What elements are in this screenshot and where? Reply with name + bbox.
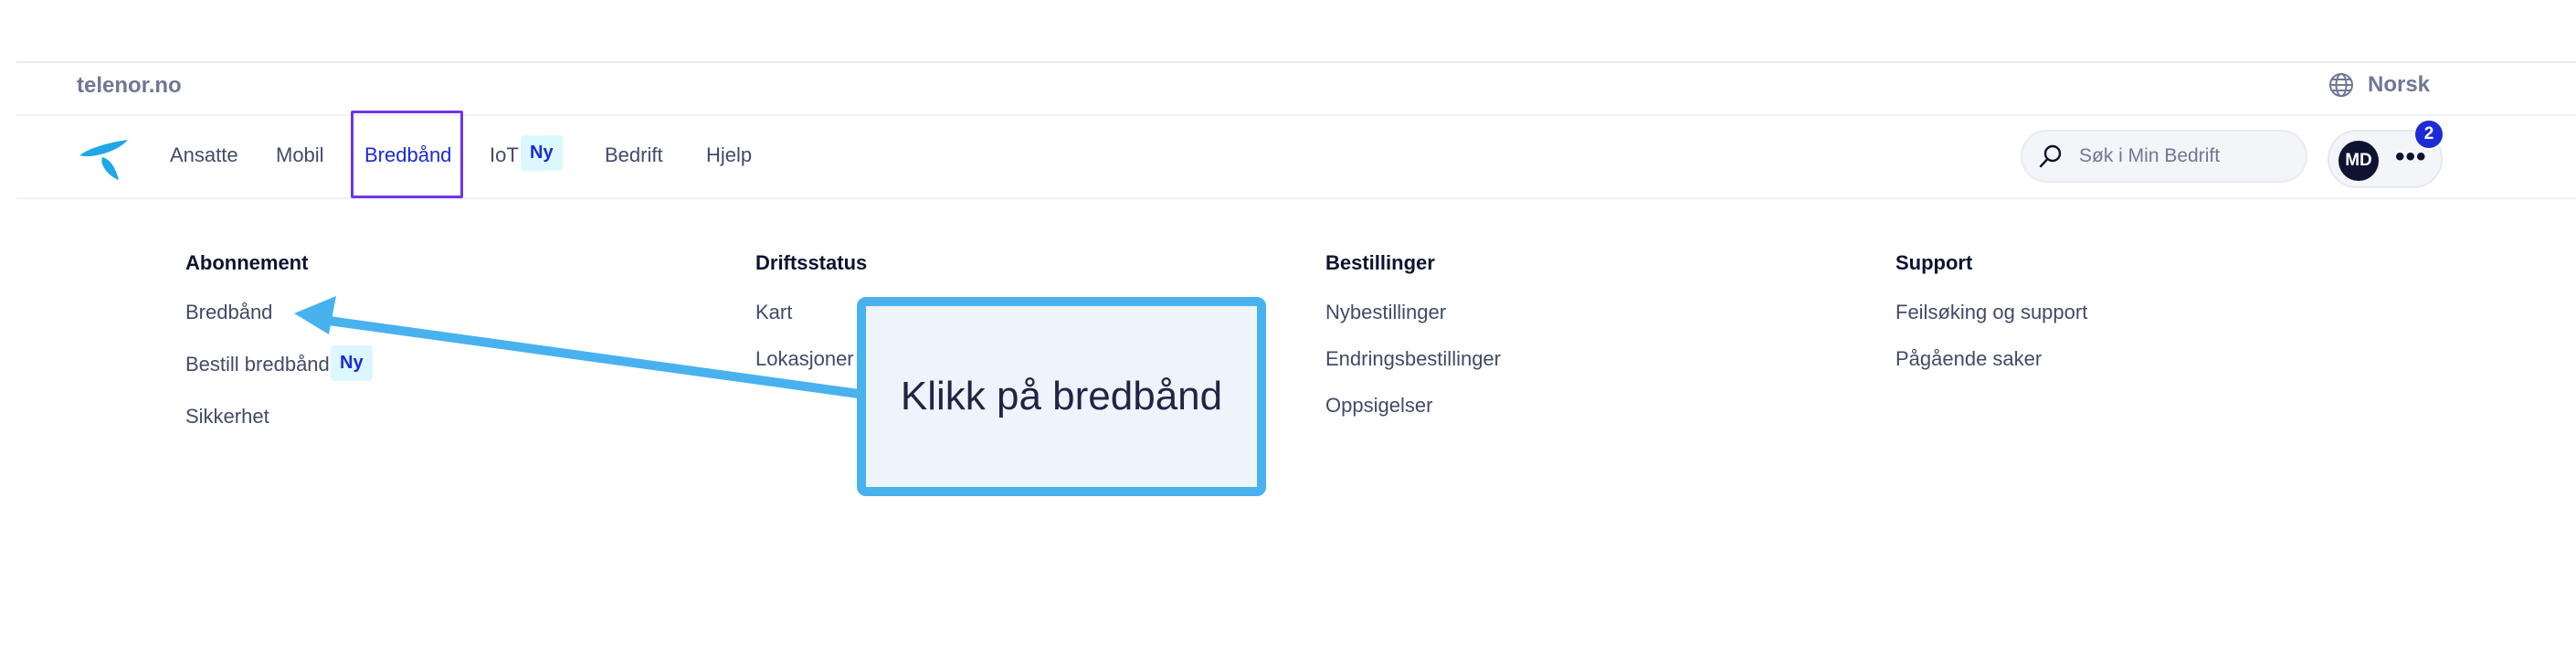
nav-item-iot[interactable]: IoT [490, 143, 519, 167]
annotation-arrow [294, 296, 863, 398]
telenor-home-link[interactable]: telenor.no [77, 73, 182, 99]
menu-heading-driftsstatus: Driftsstatus [755, 251, 868, 274]
nav-item-bedrift[interactable]: Bedrift [605, 143, 663, 167]
search-icon [2039, 144, 2062, 168]
telenor-logo[interactable] [77, 130, 133, 183]
nav-item-hjelp[interactable]: Hjelp [706, 143, 752, 167]
annotation-callout: Klikk på bredbånd [857, 297, 1266, 496]
menu-heading-bestillinger: Bestillinger [1325, 251, 1435, 274]
notification-badge: 2 [2413, 119, 2444, 150]
menu-link-oppsigelser[interactable]: Oppsigelser [1325, 394, 1432, 418]
nav-item-bredband[interactable]: Bredbånd [364, 143, 451, 167]
more-horizontal-icon: ••• [2395, 142, 2427, 172]
menu-link-lokasjoner[interactable]: Lokasjoner [755, 347, 854, 371]
new-badge: Ny [521, 135, 563, 171]
nav-item-mobil[interactable]: Mobil [276, 143, 324, 167]
language-label: Norsk [2368, 72, 2431, 97]
menu-link-endringsbestillinger[interactable]: Endringsbestillinger [1325, 347, 1501, 371]
menu-link-kart[interactable]: Kart [755, 301, 792, 324]
menu-heading-support: Support [1895, 251, 1973, 274]
menu-link-nybestillinger[interactable]: Nybestillinger [1325, 301, 1446, 324]
annotation-text: Klikk på bredbånd [900, 374, 1223, 418]
menu-link-pagaende-saker[interactable]: Pågående saker [1895, 347, 2042, 371]
menu-heading-abonnement: Abonnement [185, 251, 309, 274]
search-box[interactable] [2021, 130, 2307, 183]
avatar: MD [2338, 141, 2379, 181]
nav-item-ansatte[interactable]: Ansatte [170, 143, 238, 167]
new-badge: Ny [331, 345, 373, 381]
search-input[interactable] [2079, 145, 2298, 167]
top-divider [16, 61, 2576, 63]
menu-link-feilsoking[interactable]: Feilsøking og support [1895, 301, 2087, 324]
menu-link-sikkerhet[interactable]: Sikkerhet [185, 405, 269, 429]
menu-link-bredband[interactable]: Bredbånd [185, 301, 272, 324]
language-selector[interactable]: Norsk [2328, 71, 2430, 99]
menu-link-bestill-bredband[interactable]: Bestill bredbånd [185, 353, 330, 376]
globe-icon [2329, 73, 2353, 97]
